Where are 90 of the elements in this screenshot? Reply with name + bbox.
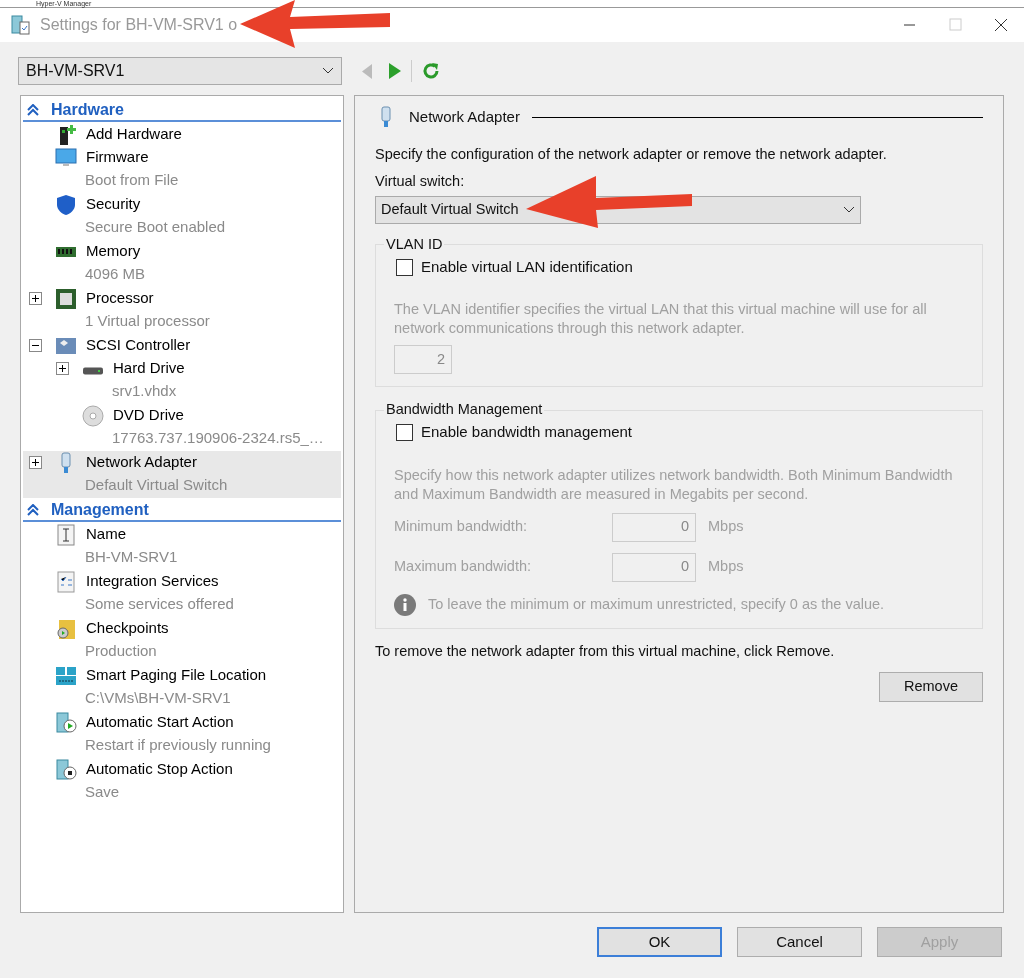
bandwidth-label: Maximum bandwidth: [394, 557, 532, 577]
collapse-toggle[interactable] [29, 339, 42, 352]
disc-icon [82, 404, 104, 427]
panel-description: Specify the configuration of the network adapter or remove the network adapter. [375, 144, 888, 164]
expand-toggle[interactable] [56, 362, 69, 375]
tree-item[interactable]: DVD Drive 17763.737.190906-2324.rs5_… [23, 404, 341, 451]
field-label: Virtual switch: [375, 172, 466, 192]
tree-item[interactable]: Automatic Start Action Restart if previously running [23, 711, 341, 758]
item-label: Firmware [86, 147, 149, 168]
item-detail: Restart if previously running [85, 735, 272, 755]
item-label: SCSI Controller [86, 335, 191, 356]
collapse-chevrons-icon [27, 104, 39, 116]
item-label: Name [86, 524, 126, 545]
tree-item[interactable]: Security Secure Boot enabled [23, 193, 341, 240]
item-detail: C:\VMs\BH-VM-SRV1 [85, 688, 232, 708]
bandwidth-label: Minimum bandwidth: [394, 517, 528, 537]
dialog-button[interactable]: OK [597, 927, 722, 957]
tree-item[interactable]: SCSI Controller [23, 334, 341, 357]
item-label: Automatic Start Action [86, 712, 234, 733]
vm-play-icon [55, 711, 77, 734]
item-detail: 17763.737.190906-2324.rs5_… [112, 428, 325, 448]
dialog-button[interactable]: Cancel [737, 927, 862, 957]
tree-item[interactable]: Integration Services Some services offered [23, 570, 341, 617]
panel-title: Network Adapter [409, 107, 520, 127]
tree-item[interactable]: Automatic Stop Action Save [23, 758, 341, 805]
item-label: Processor [86, 288, 154, 309]
item-detail: srv1.vhdx [112, 381, 178, 401]
server-icon [55, 664, 77, 687]
remove-button[interactable]: Remove [879, 672, 983, 703]
group-title: Bandwidth Management [385, 400, 544, 420]
item-label: Hard Drive [113, 358, 185, 379]
chevron-down-icon [322, 67, 334, 75]
text-cursor-icon [55, 523, 77, 546]
tree-item[interactable]: Firmware Boot from File [23, 146, 341, 193]
checkbox-label: Enable virtual LAN identification [421, 256, 633, 277]
item-detail: BH-VM-SRV1 [85, 547, 179, 567]
tree-item[interactable]: Network Adapter Default Virtual Switch [23, 451, 341, 498]
item-detail: Production [85, 641, 158, 661]
tree-item[interactable]: Processor 1 Virtual processor [23, 287, 341, 334]
window-title: Settings for BH-VM-SRV1 o [40, 15, 238, 35]
section-header[interactable]: Hardware [23, 100, 341, 122]
item-detail: 1 Virtual processor [85, 311, 211, 331]
info-icon [394, 593, 416, 616]
expand-toggle[interactable] [29, 292, 42, 305]
item-label: DVD Drive [113, 405, 184, 426]
item-label: Smart Paging File Location [86, 665, 267, 686]
bandwidth-note: To leave the minimum or maximum unrestricted, specify 0 as the value. [428, 594, 885, 614]
item-detail: 4096 MB [85, 264, 147, 284]
unit-label: Mbps [708, 557, 744, 577]
refresh-icon[interactable] [422, 62, 440, 80]
item-detail: Save [85, 782, 121, 802]
tree-item[interactable]: Add Hardware [23, 123, 341, 146]
item-label: Automatic Stop Action [86, 759, 233, 780]
item-detail: Default Virtual Switch [85, 475, 229, 495]
item-detail: Boot from File [85, 170, 180, 190]
item-label: Security [86, 194, 141, 215]
item-detail: Some services offered [85, 594, 235, 614]
section-header[interactable]: Management [23, 500, 341, 522]
item-label: Memory [86, 241, 141, 262]
folder-clock-icon [55, 617, 77, 640]
tree-item[interactable]: Name BH-VM-SRV1 [23, 523, 341, 570]
collapse-chevrons-icon [27, 504, 39, 516]
item-label: Add Hardware [86, 124, 182, 145]
item-label: Integration Services [86, 571, 219, 592]
settings-icon [11, 15, 31, 35]
drive-icon [82, 366, 104, 375]
checklist-icon [55, 570, 77, 593]
play-icon[interactable] [389, 63, 401, 79]
vm-stop-icon [55, 758, 77, 781]
checkbox[interactable] [396, 423, 413, 441]
remove-instructions: To remove the network adapter from this virtual machine, click Remove. [375, 641, 836, 661]
checkbox[interactable] [396, 258, 413, 276]
checkbox-label: Enable bandwidth management [421, 422, 632, 442]
chip-icon [55, 287, 77, 310]
bandwidth-help-text: Specify how this network adapter utilizes network bandwidth. Both Minimum Bandwidth and Maximum Bandwidth are measured in Megabits per second. [394, 465, 954, 504]
tree-item[interactable]: Memory 4096 MB [23, 240, 341, 287]
vm-dropdown[interactable]: BH-VM-SRV1 [18, 57, 342, 85]
item-detail: Secure Boot enabled [85, 217, 227, 237]
tree-item[interactable]: Checkpoints Production [23, 617, 341, 664]
tree-item[interactable]: Smart Paging File Location C:\VMs\BH-VM-SRV1 [23, 664, 341, 711]
item-label: Network Adapter [86, 452, 197, 473]
chevron-down-icon [843, 206, 855, 214]
tree-item[interactable]: Hard Drive srv1.vhdx [23, 357, 341, 404]
item-label: Checkpoints [86, 618, 169, 639]
monitor-icon [55, 146, 77, 169]
expand-toggle[interactable] [29, 456, 42, 469]
shield-icon [55, 193, 77, 216]
group-title: VLAN ID [385, 235, 444, 254]
unit-label: Mbps [708, 517, 744, 537]
vlan-help-text: The VLAN identifier specifies the virtual LAN that this virtual machine will use for all network communications through this network adapter. [394, 300, 928, 339]
